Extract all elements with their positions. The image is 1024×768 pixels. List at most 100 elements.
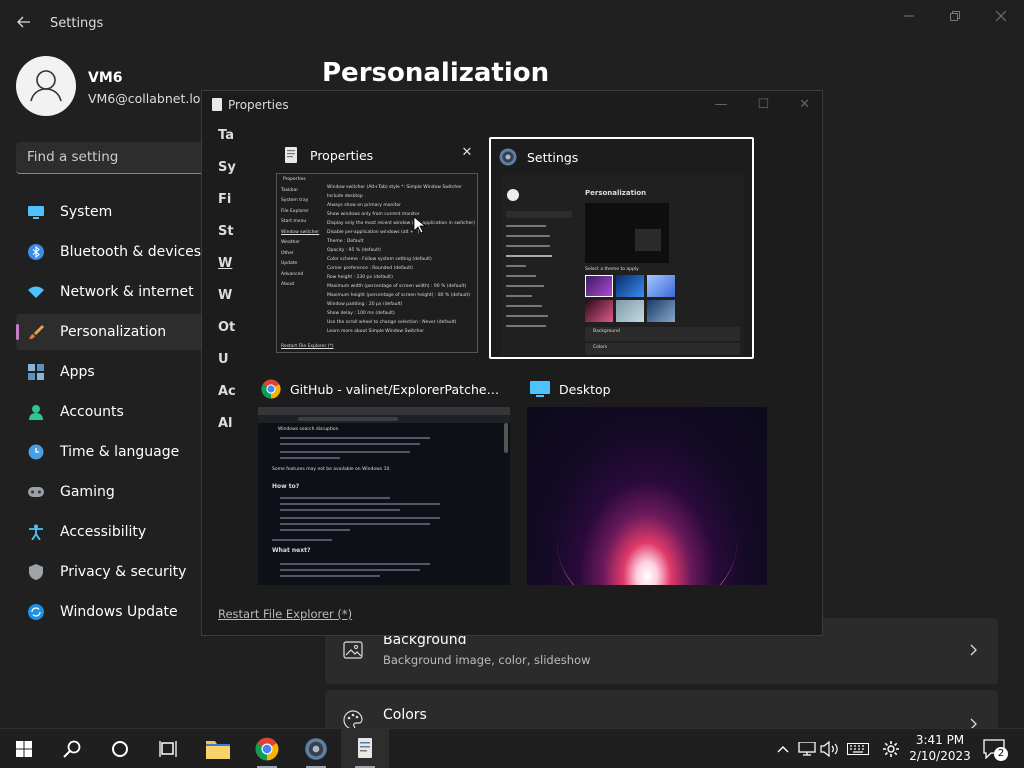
properties-window: Properties — ☐ ✕ Ta Sy Fi St W W Ot U Ac… (201, 90, 823, 636)
sidebar-item-time-language[interactable]: Time & language (16, 434, 216, 470)
back-button[interactable] (14, 14, 34, 34)
sidebar-nav: System Bluetooth & devices Network & int… (16, 194, 216, 634)
keyboard-tray-button[interactable] (845, 729, 871, 768)
nav-item[interactable]: U (218, 353, 236, 385)
switcher-item-header: Properties (274, 137, 480, 173)
clock[interactable]: 3:41 PM 2/10/2023 (906, 732, 974, 764)
restore-icon (950, 11, 960, 21)
taskbar: 3:41 PM 2/10/2023 2 (0, 728, 1024, 768)
mini-avatar (507, 189, 519, 201)
sidebar-item-label: Time & language (60, 444, 180, 460)
gear-icon (883, 741, 899, 757)
show-hidden-icons-button[interactable] (772, 729, 794, 768)
bluetooth-icon (28, 244, 44, 260)
switcher-item-header: GitHub - valinet/ExplorerPatcher: T... (258, 371, 512, 407)
sidebar-item-network[interactable]: Network & internet (16, 274, 216, 310)
keyboard-icon (847, 743, 869, 755)
properties-taskbar-button[interactable] (341, 729, 389, 768)
nav-item[interactable]: W (218, 289, 236, 321)
restart-explorer-link[interactable]: Restart File Explorer (*) (218, 607, 352, 621)
sidebar-item-accounts[interactable]: Accounts (16, 394, 216, 430)
globe-clock-icon (28, 444, 44, 460)
image-icon (343, 640, 363, 660)
volume-tray-button[interactable] (819, 729, 841, 768)
mini-line: Always show on primary monitor (327, 203, 401, 208)
nav-item[interactable]: W (218, 257, 236, 289)
sidebar-item-windows-update[interactable]: Windows Update (16, 594, 216, 630)
switcher-item-properties[interactable]: Properties ✕ Properties Taskbar System t… (274, 137, 480, 355)
settings-taskbar-button[interactable] (292, 729, 340, 768)
sidebar-item-accessibility[interactable]: Accessibility (16, 514, 216, 550)
switcher-item-settings[interactable]: Settings Personalization Select a theme … (489, 137, 754, 359)
mini-nav-item: Weather (281, 240, 300, 245)
close-icon[interactable]: ✕ (460, 146, 474, 160)
mini-line: Use the scroll wheel to change selection… (327, 320, 457, 325)
sidebar-item-gaming[interactable]: Gaming (16, 474, 216, 510)
notification-center-button[interactable]: 2 (980, 729, 1008, 768)
mini-heading: How to? (272, 483, 300, 490)
sidebar-item-label: Bluetooth & devices (60, 244, 202, 260)
mini-theme-label: Select a theme to apply (585, 267, 639, 272)
sidebar-item-label: Personalization (60, 324, 167, 340)
mini-nav-item: About (281, 282, 295, 287)
mini-line: Learn more about Simple Window Switcher (327, 329, 424, 334)
update-icon (28, 604, 44, 620)
minimize-button[interactable] (886, 0, 932, 32)
start-button[interactable] (0, 729, 48, 768)
chrome-thumbnail: Windows search disruption Some features … (258, 407, 510, 585)
chrome-icon (260, 378, 282, 400)
settings-tray-button[interactable] (878, 729, 904, 768)
nav-item[interactable]: Ot (218, 321, 236, 353)
desktop-icon (529, 378, 551, 400)
mini-nav-item: Update (281, 261, 298, 266)
nav-item[interactable]: Ac (218, 385, 236, 417)
properties-thumbnail: Properties Taskbar System tray File Expl… (276, 173, 478, 353)
sidebar-item-label: Gaming (60, 484, 115, 500)
card-subtitle: Background image, color, slideshow (383, 653, 591, 667)
task-view-button[interactable] (144, 729, 192, 768)
properties-icon (212, 98, 222, 111)
switcher-item-title: Settings (527, 149, 579, 165)
restore-button[interactable] (932, 0, 978, 32)
switcher-item-chrome[interactable]: GitHub - valinet/ExplorerPatcher: T... W… (258, 371, 512, 587)
search-input[interactable]: Find a setting (16, 142, 216, 174)
close-button[interactable] (978, 0, 1024, 32)
cortana-button[interactable] (96, 729, 144, 768)
nav-item[interactable]: Fi (218, 193, 236, 225)
mini-nav-item: Window switcher (281, 230, 320, 235)
mini-line: Theme : Default (327, 239, 364, 244)
switcher-item-desktop[interactable]: Desktop (527, 371, 767, 587)
sidebar-item-privacy-security[interactable]: Privacy & security (16, 554, 216, 590)
sidebar-item-label: Apps (60, 364, 95, 380)
volume-icon (820, 741, 838, 757)
minimize-icon[interactable]: — (714, 97, 727, 112)
chrome-taskbar-button[interactable] (243, 729, 291, 768)
switcher-item-title: Desktop (559, 381, 611, 397)
accessibility-icon (28, 524, 44, 540)
switcher-item-title: Properties (310, 147, 374, 163)
sidebar-item-bluetooth[interactable]: Bluetooth & devices (16, 234, 216, 270)
nav-item[interactable]: Ta (218, 129, 236, 161)
close-icon (996, 11, 1006, 21)
sidebar-item-apps[interactable]: Apps (16, 354, 216, 390)
sidebar-item-label: Accessibility (60, 524, 147, 540)
mini-line: Display only the most recent window (per… (327, 221, 475, 226)
close-icon[interactable]: ✕ (799, 97, 810, 112)
chevron-up-icon (777, 746, 789, 753)
maximize-icon[interactable]: ☐ (757, 97, 769, 112)
search-button[interactable] (48, 729, 96, 768)
nav-item[interactable]: Al (218, 417, 236, 449)
nav-item[interactable]: Sy (218, 161, 236, 193)
person-avatar-icon (30, 70, 62, 102)
network-tray-button[interactable] (796, 729, 818, 768)
file-explorer-button[interactable] (194, 729, 242, 768)
mini-line: Maximum height (percentage of screen hei… (327, 293, 471, 298)
card-title: Colors (383, 707, 427, 723)
sidebar-item-personalization[interactable]: Personalization (16, 314, 216, 350)
mini-line: Window switcher (Alt+Tab) style *: Simpl… (327, 185, 462, 190)
nav-item[interactable]: St (218, 225, 236, 257)
sidebar-item-system[interactable]: System (16, 194, 216, 230)
mini-line: Show delay : 100 ms (default) (327, 311, 395, 316)
desktop-wallpaper (527, 407, 767, 585)
mini-nav (506, 225, 552, 327)
